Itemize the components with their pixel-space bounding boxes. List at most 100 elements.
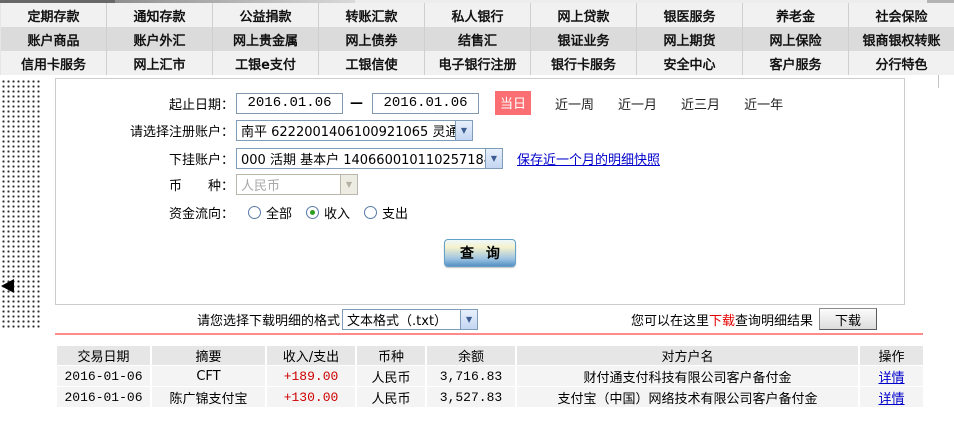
collapse-left-arrow-icon[interactable] xyxy=(1,279,14,293)
quick-range-week-link[interactable]: 近一周 xyxy=(555,94,594,113)
flow-radio-expense[interactable] xyxy=(364,205,378,219)
nav-item-online-gold[interactable]: 网上贵金属 xyxy=(212,27,318,51)
register-account-row: 请选择注册账户： 南平 6222001406100921065 灵通卡 ▼ xyxy=(56,119,904,141)
chevron-down-icon: ▼ xyxy=(485,148,502,168)
nav-item-ebanking-register[interactable]: 电子银行注册 xyxy=(424,51,530,75)
nav-item-online-bonds[interactable]: 网上债券 xyxy=(318,27,424,51)
download-hint-prefix: 您可以在这里 xyxy=(630,313,709,329)
flow-radio-all-label[interactable]: 全部 xyxy=(266,203,292,222)
col-header-summary: 摘要 xyxy=(152,346,265,365)
nav-item-bank-medical[interactable]: 银医服务 xyxy=(636,3,742,27)
register-account-select[interactable]: 南平 6222001406100921065 灵通卡 ▼ xyxy=(236,119,473,141)
cell-currency: 人民币 xyxy=(357,366,425,386)
detail-link[interactable]: 详情 xyxy=(878,392,904,407)
nav-item-icbc-messenger[interactable]: 工银信使 xyxy=(318,51,424,75)
currency-row: 币 种： 人民币 ▼ xyxy=(56,173,904,195)
table-row: 2016-01-06 陈广锦支付宝 +130.00 人民币 3,527.83 支… xyxy=(57,387,923,407)
quick-range-month-link[interactable]: 近一月 xyxy=(618,94,657,113)
nav-item-account-forex[interactable]: 账户外汇 xyxy=(106,27,212,51)
nav-item-security-center[interactable]: 安全中心 xyxy=(636,51,742,75)
sub-account-row: 下挂账户： 000 活期 基本户 1406600101102571848 ▼ 保… xyxy=(56,147,904,169)
col-header-action: 操作 xyxy=(860,346,923,365)
date-range-row: 起止日期： — 当日 近一周 近一月 近三月 近一年 xyxy=(56,91,904,115)
register-account-value: 南平 6222001406100921065 灵通卡 xyxy=(241,124,455,140)
table-top-divider xyxy=(55,333,923,335)
cell-date: 2016-01-06 xyxy=(57,387,150,407)
cell-counterparty: 财付通支付科技有限公司客户备付金 xyxy=(517,366,858,386)
cell-amount: +189.00 xyxy=(267,366,355,386)
col-header-currency: 币种 xyxy=(357,346,425,365)
nav-item-pension[interactable]: 养老金 xyxy=(742,3,848,27)
fund-flow-label: 资金流向： xyxy=(168,206,234,222)
transactions-section: 交易日期 摘要 收入/支出 币种 余额 对方户名 操作 2016-01-06 C… xyxy=(55,333,925,408)
nav-item-social-insurance[interactable]: 社会保险 xyxy=(848,3,954,27)
download-hint-suffix: 查询明细结果 xyxy=(734,313,813,329)
nav-item-transfer-remit[interactable]: 转账汇款 xyxy=(318,3,424,27)
download-inline-link[interactable]: 下载 xyxy=(709,310,735,329)
cell-balance: 3,527.83 xyxy=(427,387,515,407)
chevron-down-icon: ▼ xyxy=(455,120,472,140)
cell-amount: +130.00 xyxy=(267,387,355,407)
nav-item-branch-features[interactable]: 分行特色 xyxy=(848,51,954,75)
main-navigation: 定期存款 通知存款 公益捐款 转账汇款 私人银行 网上贷款 银医服务 养老金 社… xyxy=(0,3,954,75)
query-button[interactable]: 查 询 xyxy=(444,239,516,267)
currency-label: 币 种： xyxy=(168,178,234,194)
cell-date: 2016-01-06 xyxy=(57,366,150,386)
date-from-input[interactable] xyxy=(236,92,343,114)
nav-row-2: 账户商品 账户外汇 网上贵金属 网上债券 结售汇 银证业务 网上期货 网上保险 … xyxy=(0,27,954,51)
nav-row-1: 定期存款 通知存款 公益捐款 转账汇款 私人银行 网上贷款 银医服务 养老金 社… xyxy=(0,3,954,27)
nav-item-account-commodity[interactable]: 账户商品 xyxy=(0,27,106,51)
currency-select-disabled: 人民币 ▼ xyxy=(236,173,358,195)
download-format-label: 请您选择下载明细的格式 xyxy=(197,313,341,329)
quick-range-3months-link[interactable]: 近三月 xyxy=(681,94,720,113)
nav-item-customer-service[interactable]: 客户服务 xyxy=(742,51,848,75)
table-row: 2016-01-06 CFT +189.00 人民币 3,716.83 财付通支… xyxy=(57,366,923,386)
nav-item-online-fx-market[interactable]: 网上汇市 xyxy=(106,51,212,75)
nav-item-notice-deposit[interactable]: 通知存款 xyxy=(106,3,212,27)
nav-item-online-loan[interactable]: 网上贷款 xyxy=(530,3,636,27)
save-snapshot-link[interactable]: 保存近一个月的明细快照 xyxy=(517,149,660,168)
col-header-balance: 余额 xyxy=(427,346,515,365)
download-button[interactable]: 下载 xyxy=(819,308,877,330)
flow-radio-all[interactable] xyxy=(248,205,261,219)
nav-item-icbc-epay[interactable]: 工银e支付 xyxy=(212,51,318,75)
quick-range-today-badge[interactable]: 当日 xyxy=(495,91,532,115)
nav-row-3: 信用卡服务 网上汇市 工银e支付 工银信使 电子银行注册 银行卡服务 安全中心 … xyxy=(0,51,954,75)
currency-value: 人民币 xyxy=(241,178,281,194)
nav-item-fixed-deposit[interactable]: 定期存款 xyxy=(0,3,106,27)
download-row: 请您选择下载明细的格式 文本格式（.txt） ▼ 您可以在这里 下载 查询明细结果 … xyxy=(55,307,905,331)
download-format-select[interactable]: 文本格式（.txt） ▼ xyxy=(342,308,479,330)
nav-item-bank-merchant-transfer[interactable]: 银商银权转账 xyxy=(848,27,954,51)
nav-item-online-futures[interactable]: 网上期货 xyxy=(636,27,742,51)
nav-item-bank-securities[interactable]: 银证业务 xyxy=(530,27,636,51)
flow-radio-income-label[interactable]: 收入 xyxy=(324,203,350,222)
nav-item-fx-settlement[interactable]: 结售汇 xyxy=(424,27,530,51)
sub-account-select[interactable]: 000 活期 基本户 1406600101102571848 ▼ xyxy=(236,147,503,169)
col-header-date: 交易日期 xyxy=(57,346,150,365)
date-separator: — xyxy=(350,95,363,111)
date-range-label: 起止日期： xyxy=(168,97,234,113)
transactions-table: 交易日期 摘要 收入/支出 币种 余额 对方户名 操作 2016-01-06 C… xyxy=(55,345,925,408)
chevron-down-icon: ▼ xyxy=(460,309,478,329)
cell-counterparty: 支付宝（中国）网络技术有限公司客户备付金 xyxy=(517,387,858,407)
nav-item-charity-donation[interactable]: 公益捐款 xyxy=(212,3,318,27)
nav-item-online-insurance[interactable]: 网上保险 xyxy=(742,27,848,51)
cell-summary: CFT xyxy=(152,366,265,386)
table-header-row: 交易日期 摘要 收入/支出 币种 余额 对方户名 操作 xyxy=(57,346,923,365)
sub-account-label: 下挂账户： xyxy=(168,152,234,168)
cell-balance: 3,716.83 xyxy=(427,366,515,386)
cell-summary: 陈广锦支付宝 xyxy=(152,387,265,407)
nav-item-private-banking[interactable]: 私人银行 xyxy=(424,3,530,27)
col-header-counterparty: 对方户名 xyxy=(517,346,858,365)
quick-range-year-link[interactable]: 近一年 xyxy=(744,94,783,113)
query-form-panel: 起止日期： — 当日 近一周 近一月 近三月 近一年 请选择注册账户： 南平 6… xyxy=(55,78,905,305)
detail-link[interactable]: 详情 xyxy=(878,371,904,386)
nav-item-credit-card-service[interactable]: 信用卡服务 xyxy=(0,51,106,75)
cell-currency: 人民币 xyxy=(357,387,425,407)
flow-radio-expense-label[interactable]: 支出 xyxy=(382,203,408,222)
download-format-value: 文本格式（.txt） xyxy=(347,313,448,329)
date-to-input[interactable] xyxy=(372,92,479,114)
chevron-down-icon: ▼ xyxy=(340,174,357,194)
nav-item-bank-card-service[interactable]: 银行卡服务 xyxy=(530,51,636,75)
flow-radio-income[interactable] xyxy=(306,205,320,219)
